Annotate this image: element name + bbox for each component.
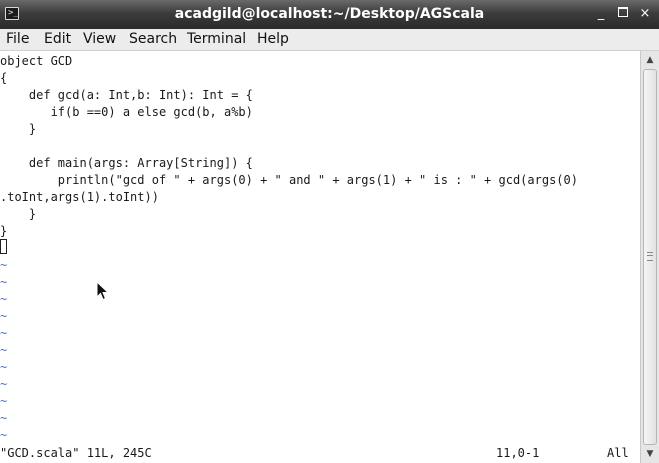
code-line: .toInt,args(1).toInt)) <box>0 190 159 204</box>
cursor-position: 11,0-1 <box>496 446 540 460</box>
vim-status-line: "GCD.scala" 11L, 245C 11,0-1 All <box>0 445 640 463</box>
mouse-pointer-icon <box>96 281 110 301</box>
window-title: acadgild@localhost:~/Desktop/AGScala <box>174 6 485 22</box>
title-bar: >_ acadgild@localhost:~/Desktop/AGScala … <box>0 0 659 29</box>
scroll-down-icon[interactable]: ▼ <box>643 447 657 461</box>
code-line: def gcd(a: Int,b: Int): Int = { <box>0 88 253 102</box>
menu-bar: File Edit View Search Terminal Help <box>0 29 659 51</box>
empty-line-tilde: ~ <box>0 428 8 442</box>
code-line: } <box>0 224 8 238</box>
empty-line-tilde: ~ <box>0 292 8 306</box>
empty-line-tilde: ~ <box>0 309 8 323</box>
file-info: "GCD.scala" 11L, 245C <box>0 446 152 460</box>
empty-line-tilde: ~ <box>0 275 8 289</box>
empty-line-tilde: ~ <box>0 377 8 391</box>
empty-line-tilde: ~ <box>0 411 8 425</box>
empty-line-tilde: ~ <box>0 360 8 374</box>
vim-editor[interactable]: object GCD { def gcd(a: Int,b: Int): Int… <box>0 51 640 445</box>
scroll-position: All <box>607 446 629 460</box>
vertical-scrollbar[interactable]: ▲ ▼ <box>640 51 659 463</box>
scroll-up-icon[interactable]: ▲ <box>643 53 657 67</box>
menu-search[interactable]: Search <box>129 29 177 50</box>
empty-line-tilde: ~ <box>0 258 8 272</box>
grip-icon <box>647 252 653 261</box>
close-button[interactable]: × <box>636 4 654 24</box>
scrollbar-thumb[interactable] <box>643 69 657 445</box>
code-line: if(b ==0) a else gcd(b, a%b) <box>0 105 253 119</box>
empty-line-tilde: ~ <box>0 326 8 340</box>
code-line: } <box>0 122 37 136</box>
code-line: { <box>0 71 8 85</box>
text-cursor <box>0 239 7 254</box>
empty-line-tilde: ~ <box>0 394 8 408</box>
menu-terminal[interactable]: Terminal <box>187 29 246 50</box>
maximize-icon <box>618 7 628 17</box>
code-line: } <box>0 207 37 221</box>
maximize-button[interactable] <box>614 4 632 24</box>
minimize-button[interactable]: _ <box>592 4 610 24</box>
menu-edit[interactable]: Edit <box>44 29 71 50</box>
menu-view[interactable]: View <box>83 29 116 50</box>
menu-file[interactable]: File <box>6 29 29 50</box>
empty-line-tilde: ~ <box>0 343 8 357</box>
code-line: def main(args: Array[String]) { <box>0 156 253 170</box>
menu-help[interactable]: Help <box>257 29 289 50</box>
code-line: println("gcd of " + args(0) + " and " + … <box>0 173 578 187</box>
code-line: object GCD <box>0 54 73 68</box>
